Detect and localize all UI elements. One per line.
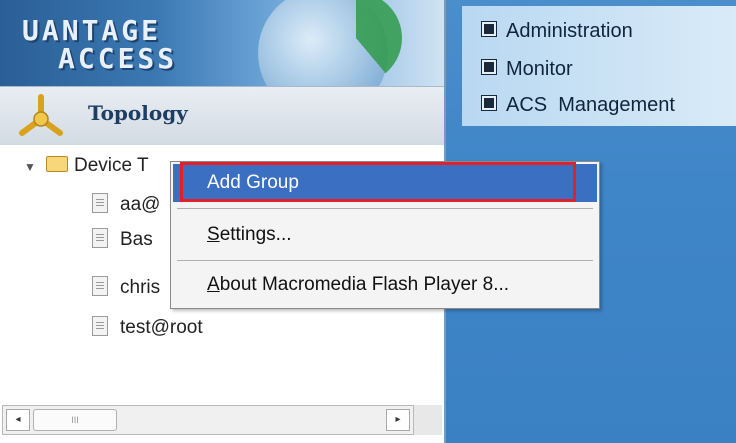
annotation-highlight	[180, 162, 576, 202]
tree-root-node[interactable]: ▼ Device T	[24, 153, 149, 179]
menu-mnemonic: A	[207, 274, 220, 295]
tree-item[interactable]: test@root	[92, 315, 203, 341]
tree-item[interactable]: Bas	[92, 227, 153, 253]
bullet-icon	[481, 21, 497, 37]
topology-icon	[19, 94, 63, 136]
nav-item-label: Monitor	[506, 58, 573, 80]
brand-logo-line2: ACCESS	[58, 42, 178, 75]
document-icon	[92, 276, 108, 296]
scrollbar-thumb[interactable]: III	[33, 409, 117, 431]
nav-item-label: ACS Management	[506, 94, 675, 116]
brand-banner: UANTAGE ACCESS	[0, 0, 444, 86]
menu-item-about[interactable]: About Macromedia Flash Player 8...	[173, 266, 597, 304]
tree-root-label: Device T	[74, 155, 149, 176]
topology-title: Topology	[88, 101, 188, 125]
expand-arrow-icon[interactable]: ▼	[24, 154, 38, 180]
document-icon	[92, 193, 108, 213]
bullet-icon	[481, 95, 497, 111]
bullet-icon	[481, 59, 497, 75]
pie-graphic	[310, 0, 402, 84]
tree-item-label: aa@	[120, 194, 161, 215]
app-window: UANTAGE ACCESS Topology ▼ Device T aa@ Ba…	[0, 0, 736, 443]
nav-item-administration[interactable]: Administration	[481, 16, 633, 46]
menu-item-settings[interactable]: Settings...	[173, 216, 597, 254]
tree-item-label: Bas	[120, 229, 153, 250]
scroll-right-icon[interactable]: ▸	[386, 409, 410, 431]
tree-item-label: chris	[120, 277, 161, 298]
tree-item[interactable]: chris	[92, 275, 160, 301]
menu-mnemonic: S	[207, 224, 220, 245]
nav-item-monitor[interactable]: Monitor	[481, 54, 573, 84]
horizontal-scrollbar[interactable]: ◂ III ▸	[2, 405, 414, 435]
topology-header: Topology	[0, 86, 444, 146]
scroll-left-icon[interactable]: ◂	[6, 409, 30, 431]
menu-item-label: bout Macromedia Flash Player 8...	[219, 274, 510, 295]
menu-separator	[177, 208, 593, 209]
nav-item-label: Administration	[506, 20, 633, 42]
menu-separator	[177, 260, 593, 261]
tree-item[interactable]: aa@	[92, 192, 160, 218]
folder-open-icon	[46, 156, 68, 172]
menu-item-label: ettings...	[219, 224, 292, 245]
nav-menu: Administration Monitor ACS Management	[462, 6, 736, 126]
nav-item-acs-management[interactable]: ACS Management	[481, 90, 675, 120]
document-icon	[92, 316, 108, 336]
tree-item-label: test@root	[120, 317, 203, 338]
document-icon	[92, 228, 108, 248]
scrollbar-corner	[414, 405, 442, 435]
